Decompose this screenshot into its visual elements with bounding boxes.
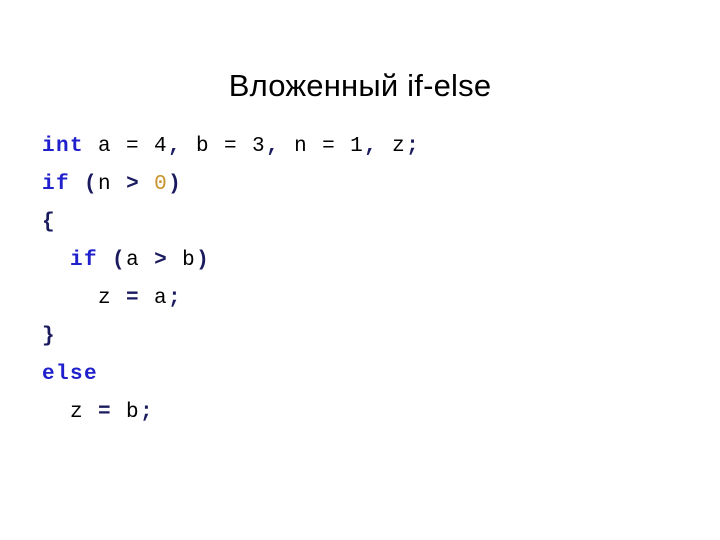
code-token-plain: z (378, 135, 407, 158)
code-token-punct: , (168, 135, 183, 158)
code-token-keyword: int (42, 135, 85, 158)
code-token-keyword: else (42, 363, 99, 386)
code-token-keyword: if (42, 173, 71, 196)
code-line: if (n > 0) (42, 166, 682, 204)
code-token-punct: , (266, 135, 281, 158)
code-token-plain: n (98, 173, 127, 196)
code-token-number: 0 (154, 173, 169, 196)
code-line: else (42, 356, 682, 394)
code-token-punct: ) (168, 173, 183, 196)
code-token-plain: a (140, 287, 169, 310)
code-token-punct: > (154, 249, 169, 272)
code-line: int a = 4, b = 3, n = 1, z; (42, 128, 682, 166)
slide: Вложенный if-else int a = 4, b = 3, n = … (0, 0, 720, 540)
code-line: z = a; (42, 280, 682, 318)
code-token-plain: b = 3 (182, 135, 267, 158)
code-token-punct: ; (168, 287, 183, 310)
code-token-punct: , (364, 135, 379, 158)
code-line: z = b; (42, 394, 682, 432)
code-token-plain: b (112, 401, 141, 424)
code-token-punct: } (42, 325, 57, 348)
code-token-plain: z (42, 401, 99, 424)
code-token-punct: ; (140, 401, 155, 424)
code-token-plain: b (168, 249, 197, 272)
code-token-punct: ; (406, 135, 421, 158)
code-line: } (42, 318, 682, 356)
code-token-punct: = (126, 287, 141, 310)
page-title: Вложенный if-else (228, 67, 492, 103)
code-token-keyword: if (70, 249, 99, 272)
code-token-punct: ( (112, 249, 127, 272)
code-token-punct: > (126, 173, 141, 196)
code-token-plain: a (126, 249, 155, 272)
code-token-punct: { (42, 211, 57, 234)
code-token-punct: ( (84, 173, 99, 196)
code-line: if (a > b) (42, 242, 682, 280)
code-token-plain: a = 4 (84, 135, 169, 158)
code-token-plain: z (42, 287, 127, 310)
code-line: { (42, 204, 682, 242)
code-block: int a = 4, b = 3, n = 1, z; if (n > 0){ i… (42, 128, 682, 432)
code-token-punct: = (98, 401, 113, 424)
code-token-plain: n = 1 (280, 135, 365, 158)
code-token-punct: ) (196, 249, 211, 272)
